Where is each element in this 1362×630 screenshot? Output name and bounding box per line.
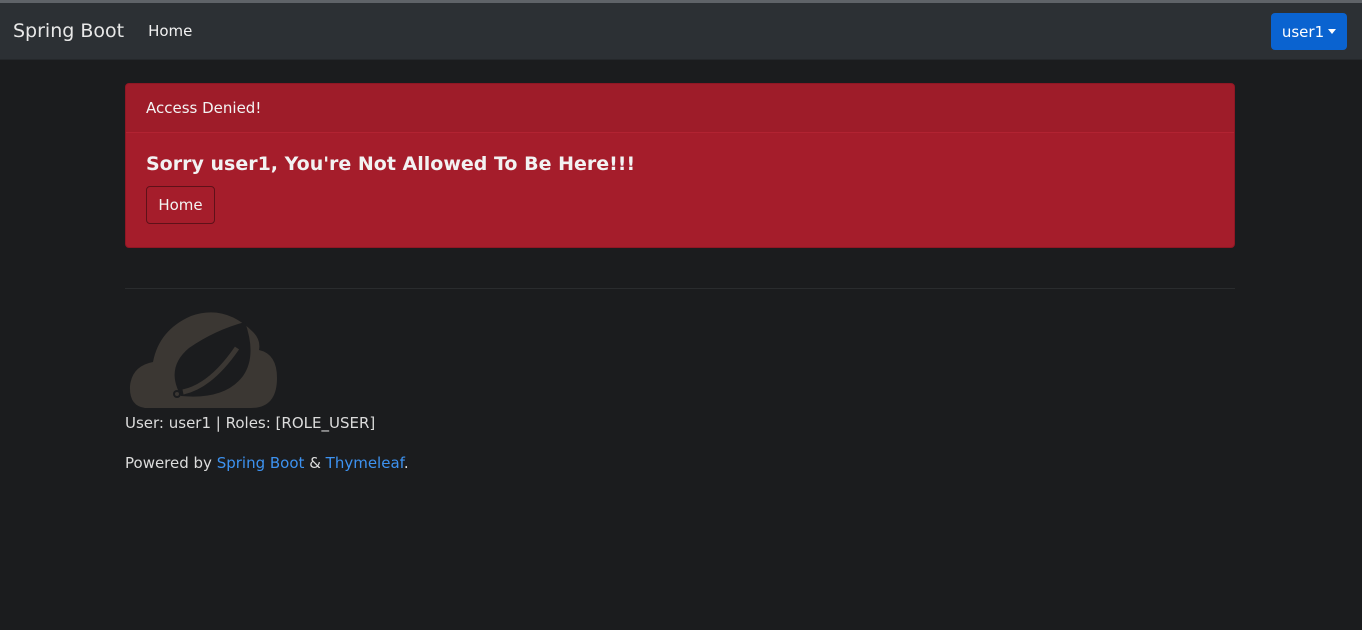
powered-by: Powered by Spring Boot & Thymeleaf. bbox=[125, 454, 1235, 472]
alert-header: Access Denied! bbox=[126, 84, 1234, 133]
spring-leaf-logo-icon bbox=[129, 312, 277, 408]
home-button[interactable]: Home bbox=[146, 186, 215, 224]
nav-home-link[interactable]: Home bbox=[148, 22, 192, 40]
user-dropdown-label: user1 bbox=[1281, 22, 1325, 41]
brand-link[interactable]: Spring Boot bbox=[13, 20, 124, 42]
spring-boot-link[interactable]: Spring Boot bbox=[217, 454, 305, 472]
user-info: User: user1 | Roles: [ROLE_USER] bbox=[125, 414, 376, 432]
ampersand: & bbox=[304, 454, 326, 472]
spring-logo bbox=[125, 308, 277, 410]
thymeleaf-link[interactable]: Thymeleaf bbox=[326, 454, 404, 472]
powered-prefix: Powered by bbox=[125, 454, 217, 472]
access-denied-card: Access Denied! Sorry user1, You're Not A… bbox=[125, 83, 1235, 248]
divider bbox=[125, 288, 1235, 289]
caret-down-icon bbox=[1328, 29, 1337, 34]
navbar: Spring Boot Home user1 bbox=[0, 3, 1362, 60]
period: . bbox=[403, 454, 409, 472]
user-dropdown-button[interactable]: user1 bbox=[1271, 13, 1347, 50]
alert-title: Sorry user1, You're Not Allowed To Be He… bbox=[146, 153, 636, 175]
